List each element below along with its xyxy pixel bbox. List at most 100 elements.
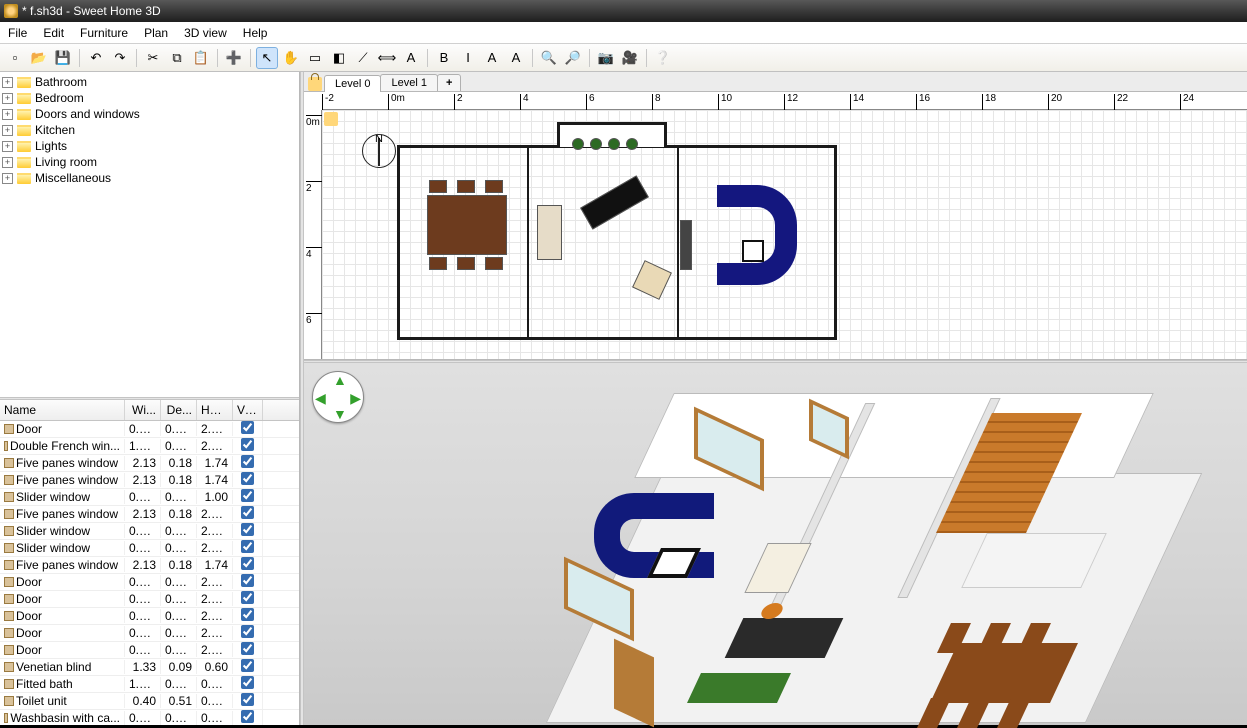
visibility-checkbox[interactable] (241, 489, 254, 502)
furniture-row[interactable]: Five panes window2.130.182.045 (0, 506, 299, 523)
visibility-checkbox[interactable] (241, 506, 254, 519)
visibility-checkbox[interactable] (241, 693, 254, 706)
col-header-name[interactable]: Name (0, 400, 125, 420)
catalog-category[interactable]: +Living room (2, 154, 297, 170)
select-tool-icon[interactable]: ↖ (256, 47, 278, 69)
nav-up-icon[interactable]: ▲ (333, 372, 347, 388)
create-polyline-icon[interactable]: ⟋ (352, 47, 374, 69)
visibility-checkbox[interactable] (241, 438, 254, 451)
expand-icon[interactable]: + (2, 173, 13, 184)
furniture-row[interactable]: Slider window0.7710.0812.099 (0, 540, 299, 557)
expand-icon[interactable]: + (2, 125, 13, 136)
sectional-sofa-2d[interactable] (717, 185, 797, 285)
nav-right-icon[interactable]: ▶ (350, 390, 361, 407)
furniture-row[interactable]: Door0.9140.1482.083 (0, 421, 299, 438)
plan-2d-view[interactable]: -20m24681012141618202224 0m246 (304, 92, 1247, 360)
catalog-category[interactable]: +Lights (2, 138, 297, 154)
expand-icon[interactable]: + (2, 93, 13, 104)
nav-down-icon[interactable]: ▼ (333, 406, 347, 422)
create-video-icon[interactable]: 🎥 (619, 47, 641, 69)
sofa-2d[interactable] (537, 205, 562, 260)
visibility-checkbox[interactable] (241, 625, 254, 638)
pan-tool-icon[interactable]: ✋ (280, 47, 302, 69)
level-tab-1[interactable]: Level 1 (380, 74, 437, 91)
nav-left-icon[interactable]: ◀ (315, 390, 326, 407)
furniture-row[interactable]: Door0.9140.1482.083 (0, 574, 299, 591)
plan-canvas[interactable] (322, 110, 1247, 359)
visibility-checkbox[interactable] (241, 523, 254, 536)
col-header-depth[interactable]: De... (161, 400, 197, 420)
level-add-button[interactable]: + (437, 74, 461, 91)
visibility-checkbox[interactable] (241, 472, 254, 485)
visibility-checkbox[interactable] (241, 574, 254, 587)
interior-wall-2[interactable] (677, 145, 679, 340)
plant-2d[interactable] (608, 138, 620, 150)
furniture-row[interactable]: Five panes window2.130.181.74 (0, 557, 299, 574)
menu-plan[interactable]: Plan (136, 23, 176, 43)
paste-icon[interactable]: 📋 (190, 47, 212, 69)
visibility-checkbox[interactable] (241, 642, 254, 655)
furniture-row[interactable]: Five panes window2.130.181.74 (0, 455, 299, 472)
increase-font-icon[interactable]: A (481, 47, 503, 69)
plant-2d[interactable] (590, 138, 602, 150)
expand-icon[interactable]: + (2, 109, 13, 120)
furniture-row[interactable]: Five panes window2.130.181.74 (0, 472, 299, 489)
compass-icon[interactable] (362, 134, 396, 168)
col-header-width[interactable]: Wi... (125, 400, 161, 420)
level-tab-0[interactable]: Level 0 (324, 75, 381, 92)
col-header-height[interactable]: Hei... (197, 400, 233, 420)
dining-chair-2d[interactable] (457, 180, 475, 193)
copy-icon[interactable]: ⧉ (166, 47, 188, 69)
furniture-catalog[interactable]: +Bathroom+Bedroom+Doors and windows+Kitc… (0, 72, 299, 397)
furniture-list-body[interactable]: Door0.9140.1482.083Double French win...1… (0, 421, 299, 725)
menu-file[interactable]: File (0, 23, 35, 43)
italic-icon[interactable]: I (457, 47, 479, 69)
zoom-out-icon[interactable]: 🔎 (562, 47, 584, 69)
help-icon[interactable]: ❔ (652, 47, 674, 69)
furniture-row[interactable]: Door0.8740.1482.083 (0, 642, 299, 659)
furniture-row[interactable]: Door0.9140.1482.083 (0, 591, 299, 608)
visibility-checkbox[interactable] (241, 676, 254, 689)
plan-lock-icon[interactable] (324, 112, 338, 126)
undo-icon[interactable]: ↶ (85, 47, 107, 69)
catalog-category[interactable]: +Kitchen (2, 122, 297, 138)
furniture-row[interactable]: Double French win...1.3210.1052.099 (0, 438, 299, 455)
coffee-table-2d[interactable] (742, 240, 764, 262)
plant-2d[interactable] (626, 138, 638, 150)
furniture-row[interactable]: Fitted bath1.4580.7620.711 (0, 676, 299, 693)
dining-chair-2d[interactable] (457, 257, 475, 270)
create-photo-icon[interactable]: 📷 (595, 47, 617, 69)
furniture-row[interactable]: Slider window0.7710.0812.099 (0, 523, 299, 540)
create-text-icon[interactable]: A (400, 47, 422, 69)
open-file-icon[interactable]: 📂 (28, 47, 50, 69)
visibility-checkbox[interactable] (241, 421, 254, 434)
furniture-row[interactable]: Door0.8740.1482.083 (0, 625, 299, 642)
furniture-row[interactable]: Washbasin with ca...0.6220.5720.965 (0, 710, 299, 725)
dining-chair-2d[interactable] (485, 257, 503, 270)
furniture-row[interactable]: Venetian blind1.330.090.60 (0, 659, 299, 676)
interior-wall-1[interactable] (527, 145, 529, 340)
create-dimension-icon[interactable]: ⟺ (376, 47, 398, 69)
dining-chair-2d[interactable] (429, 257, 447, 270)
catalog-category[interactable]: +Miscellaneous (2, 170, 297, 186)
menu-edit[interactable]: Edit (35, 23, 72, 43)
create-walls-icon[interactable]: ▭ (304, 47, 326, 69)
catalog-category[interactable]: +Bathroom (2, 74, 297, 90)
redo-icon[interactable]: ↷ (109, 47, 131, 69)
add-furniture-icon[interactable]: ➕ (223, 47, 245, 69)
visibility-checkbox[interactable] (241, 659, 254, 672)
menu-help[interactable]: Help (235, 23, 276, 43)
menu-3d-view[interactable]: 3D view (176, 23, 235, 43)
save-file-icon[interactable]: 💾 (52, 47, 74, 69)
dining-table-2d[interactable] (427, 195, 507, 255)
new-file-icon[interactable]: ▫ (4, 47, 26, 69)
dining-chair-2d[interactable] (485, 180, 503, 193)
furniture-row[interactable]: Slider window0.7210.0811.00 (0, 489, 299, 506)
visibility-checkbox[interactable] (241, 455, 254, 468)
lock-icon[interactable] (308, 77, 322, 91)
catalog-category[interactable]: +Bedroom (2, 90, 297, 106)
decrease-font-icon[interactable]: A (505, 47, 527, 69)
menu-furniture[interactable]: Furniture (72, 23, 136, 43)
catalog-category[interactable]: +Doors and windows (2, 106, 297, 122)
expand-icon[interactable]: + (2, 141, 13, 152)
